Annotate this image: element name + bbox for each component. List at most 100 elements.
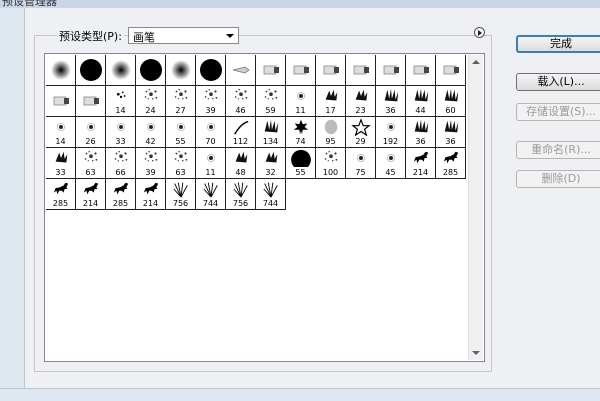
brush-preset-item[interactable]: 214	[76, 179, 106, 210]
brush-tip-icon	[169, 149, 193, 167]
brush-preset-item[interactable]: 45	[376, 148, 406, 179]
brush-preset-item[interactable]	[46, 55, 76, 86]
brush-preset-item[interactable]: 214	[136, 179, 166, 210]
brush-tip-icon	[109, 58, 133, 82]
brush-tip-icon	[289, 58, 313, 82]
brush-preset-item[interactable]: 11	[196, 148, 226, 179]
brush-preset-item[interactable]	[376, 55, 406, 86]
brush-preset-item[interactable]	[316, 55, 346, 86]
scroll-up-icon[interactable]	[472, 60, 480, 64]
brush-preset-item[interactable]: 48	[226, 148, 256, 179]
brush-size-label: 17	[325, 106, 336, 115]
brush-preset-item[interactable]: 214	[406, 148, 436, 179]
brush-preset-item[interactable]: 11	[286, 86, 316, 117]
panel-menu-icon[interactable]	[474, 27, 485, 38]
brush-preset-item[interactable]: 63	[166, 148, 196, 179]
brush-preset-item[interactable]: 26	[76, 117, 106, 148]
save-settings-button[interactable]: 存储设置(S)...	[516, 103, 600, 121]
brush-preset-item[interactable]	[166, 55, 196, 86]
brush-preset-item[interactable]: 756	[226, 179, 256, 210]
brush-preset-item[interactable]: 112	[226, 117, 256, 148]
brush-preset-item[interactable]: 42	[136, 117, 166, 148]
brush-preset-item[interactable]	[226, 55, 256, 86]
brush-preset-item[interactable]	[46, 86, 76, 117]
brush-size-label: 63	[175, 168, 186, 177]
brush-size-label: 59	[265, 106, 276, 115]
brush-preset-item[interactable]: 95	[316, 117, 346, 148]
brush-tip-icon	[169, 118, 193, 136]
brush-preset-item[interactable]: 23	[346, 86, 376, 117]
brush-preset-item[interactable]: 285	[436, 148, 466, 179]
brush-preset-item[interactable]: 36	[436, 117, 466, 148]
brush-preset-item[interactable]: 27	[166, 86, 196, 117]
brush-preset-item[interactable]: 75	[346, 148, 376, 179]
brush-tip-icon	[49, 58, 73, 82]
brush-preset-item[interactable]: 70	[196, 117, 226, 148]
brush-preset-item[interactable]	[136, 55, 166, 86]
brush-preset-item[interactable]: 756	[166, 179, 196, 210]
brush-preset-item[interactable]	[346, 55, 376, 86]
brush-preset-item[interactable]: 39	[196, 86, 226, 117]
brush-tip-icon	[229, 87, 253, 105]
brush-size-label: 55	[175, 137, 186, 146]
brush-preset-item[interactable]	[106, 55, 136, 86]
brush-preset-item[interactable]: 33	[106, 117, 136, 148]
brush-tip-icon	[379, 58, 403, 82]
brush-preset-item[interactable]: 285	[46, 179, 76, 210]
brush-preset-item[interactable]	[286, 55, 316, 86]
load-button[interactable]: 载入(L)...	[516, 73, 600, 91]
brush-tip-icon	[229, 58, 253, 82]
brush-preset-item[interactable]	[196, 55, 226, 86]
brush-tip-icon	[79, 180, 103, 198]
brush-tip-icon	[169, 87, 193, 105]
brush-size-label: 11	[295, 106, 306, 115]
brush-preset-item[interactable]: 192	[376, 117, 406, 148]
scroll-down-icon[interactable]	[472, 351, 480, 355]
brush-preset-item[interactable]: 285	[106, 179, 136, 210]
brush-size-label: 44	[415, 106, 426, 115]
brush-preset-item[interactable]: 55	[166, 117, 196, 148]
brush-preset-item[interactable]: 33	[46, 148, 76, 179]
brush-preset-item[interactable]: 44	[406, 86, 436, 117]
brush-preset-list[interactable]: 14 24 27 39 46 59 11 17 23 36 44 60 14 26 33 42 55 70 112 1…	[44, 53, 485, 362]
brush-size-label: 55	[295, 168, 306, 177]
brush-preset-item[interactable]: 55	[286, 148, 316, 179]
brush-preset-item[interactable]: 744	[256, 179, 286, 210]
brush-size-label: 33	[55, 168, 66, 177]
brush-preset-item[interactable]: 63	[76, 148, 106, 179]
brush-tip-icon	[229, 149, 253, 167]
brush-size-label: 214	[412, 168, 429, 177]
brush-preset-item[interactable]: 59	[256, 86, 286, 117]
brush-preset-item[interactable]: 14	[46, 117, 76, 148]
brush-preset-item[interactable]: 744	[196, 179, 226, 210]
brush-tip-icon	[49, 89, 73, 113]
brush-preset-item[interactable]: 46	[226, 86, 256, 117]
brush-preset-item[interactable]: 134	[256, 117, 286, 148]
brush-preset-item[interactable]: 17	[316, 86, 346, 117]
window-frame-bottom	[0, 388, 600, 401]
done-button[interactable]: 完成	[516, 35, 600, 53]
brush-preset-item[interactable]: 74	[286, 117, 316, 148]
brush-preset-item[interactable]: 24	[136, 86, 166, 117]
brush-preset-item[interactable]: 60	[436, 86, 466, 117]
delete-button[interactable]: 删除(D)	[516, 170, 600, 188]
brush-preset-item[interactable]	[406, 55, 436, 86]
brush-size-label: 95	[325, 137, 336, 146]
brush-tip-icon	[409, 149, 433, 167]
brush-preset-item[interactable]: 100	[316, 148, 346, 179]
brush-preset-item[interactable]	[76, 86, 106, 117]
brush-preset-item[interactable]	[76, 55, 106, 86]
brush-preset-item[interactable]: 66	[106, 148, 136, 179]
preset-type-select[interactable]: 画笔	[128, 27, 239, 44]
brush-preset-item[interactable]	[436, 55, 466, 86]
brush-tip-icon	[319, 149, 343, 167]
brush-preset-item[interactable]: 36	[406, 117, 436, 148]
brush-preset-item[interactable]: 32	[256, 148, 286, 179]
brush-preset-item[interactable]	[256, 55, 286, 86]
brush-preset-item[interactable]: 14	[106, 86, 136, 117]
brush-preset-item[interactable]: 36	[376, 86, 406, 117]
brush-preset-item[interactable]: 29	[346, 117, 376, 148]
brush-preset-item[interactable]: 39	[136, 148, 166, 179]
rename-button[interactable]: 重命名(R)...	[516, 141, 600, 159]
vertical-scrollbar[interactable]	[468, 55, 483, 360]
